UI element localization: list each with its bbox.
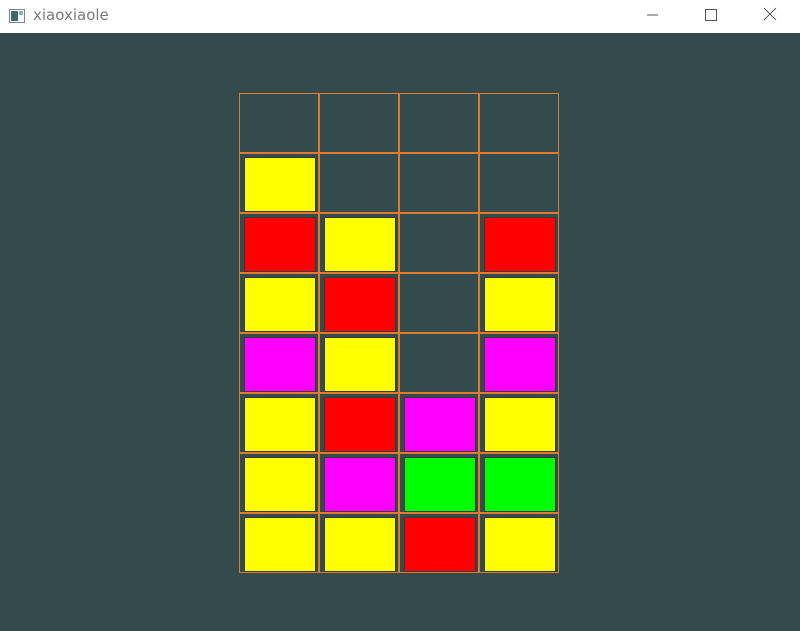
board-cell[interactable] xyxy=(239,393,319,453)
minimize-icon xyxy=(647,6,659,25)
board-cell[interactable] xyxy=(319,213,399,273)
board-cell[interactable] xyxy=(479,333,559,393)
board-cell[interactable] xyxy=(399,273,479,333)
title-bar[interactable]: xiaoxiaole xyxy=(0,0,800,33)
game-board[interactable] xyxy=(239,93,559,573)
board-cell[interactable] xyxy=(319,153,399,213)
board-cell[interactable] xyxy=(239,333,319,393)
board-cell[interactable] xyxy=(479,93,559,153)
board-cell[interactable] xyxy=(479,453,559,513)
board-cell[interactable] xyxy=(319,93,399,153)
board-cell[interactable] xyxy=(319,393,399,453)
minimize-button[interactable] xyxy=(624,0,682,31)
board-cell[interactable] xyxy=(239,273,319,333)
board-cell[interactable] xyxy=(479,153,559,213)
tile-yellow[interactable] xyxy=(244,277,316,332)
game-area xyxy=(0,33,800,631)
board-cell[interactable] xyxy=(319,453,399,513)
tile-magenta[interactable] xyxy=(484,337,556,392)
close-button[interactable] xyxy=(741,0,799,31)
tile-red[interactable] xyxy=(404,517,476,572)
tile-yellow[interactable] xyxy=(324,337,396,392)
board-cell[interactable] xyxy=(479,213,559,273)
board-cell[interactable] xyxy=(399,453,479,513)
board-cell[interactable] xyxy=(239,513,319,573)
tile-yellow[interactable] xyxy=(244,157,316,212)
tile-magenta[interactable] xyxy=(324,457,396,512)
tile-yellow[interactable] xyxy=(324,517,396,572)
tile-red[interactable] xyxy=(484,217,556,272)
board-cell[interactable] xyxy=(239,453,319,513)
tile-yellow[interactable] xyxy=(484,517,556,572)
board-cell[interactable] xyxy=(479,513,559,573)
tile-yellow[interactable] xyxy=(244,517,316,572)
tile-red[interactable] xyxy=(324,277,396,332)
tile-red[interactable] xyxy=(244,217,316,272)
tile-yellow[interactable] xyxy=(244,457,316,512)
tile-magenta[interactable] xyxy=(404,397,476,452)
board-cell[interactable] xyxy=(239,153,319,213)
tile-green[interactable] xyxy=(404,457,476,512)
board-cell[interactable] xyxy=(479,273,559,333)
board-cell[interactable] xyxy=(399,213,479,273)
board-cell[interactable] xyxy=(239,93,319,153)
close-icon xyxy=(763,6,777,25)
app-window-icon xyxy=(9,8,25,23)
tile-yellow[interactable] xyxy=(324,217,396,272)
board-cell[interactable] xyxy=(319,333,399,393)
maximize-icon xyxy=(705,6,717,25)
board-cell[interactable] xyxy=(399,393,479,453)
tile-green[interactable] xyxy=(484,457,556,512)
board-cell[interactable] xyxy=(399,333,479,393)
tile-yellow[interactable] xyxy=(484,397,556,452)
tile-magenta[interactable] xyxy=(244,337,316,392)
window-title: xiaoxiaole xyxy=(33,6,109,24)
tile-red[interactable] xyxy=(324,397,396,452)
board-cell[interactable] xyxy=(399,513,479,573)
board-cell[interactable] xyxy=(399,153,479,213)
app-window: xiaoxiaole xyxy=(0,0,800,631)
tile-yellow[interactable] xyxy=(484,277,556,332)
board-cell[interactable] xyxy=(319,513,399,573)
tile-yellow[interactable] xyxy=(244,397,316,452)
board-cell[interactable] xyxy=(319,273,399,333)
board-cell[interactable] xyxy=(399,93,479,153)
maximize-button[interactable] xyxy=(682,0,740,31)
board-cell[interactable] xyxy=(479,393,559,453)
board-cell[interactable] xyxy=(239,213,319,273)
